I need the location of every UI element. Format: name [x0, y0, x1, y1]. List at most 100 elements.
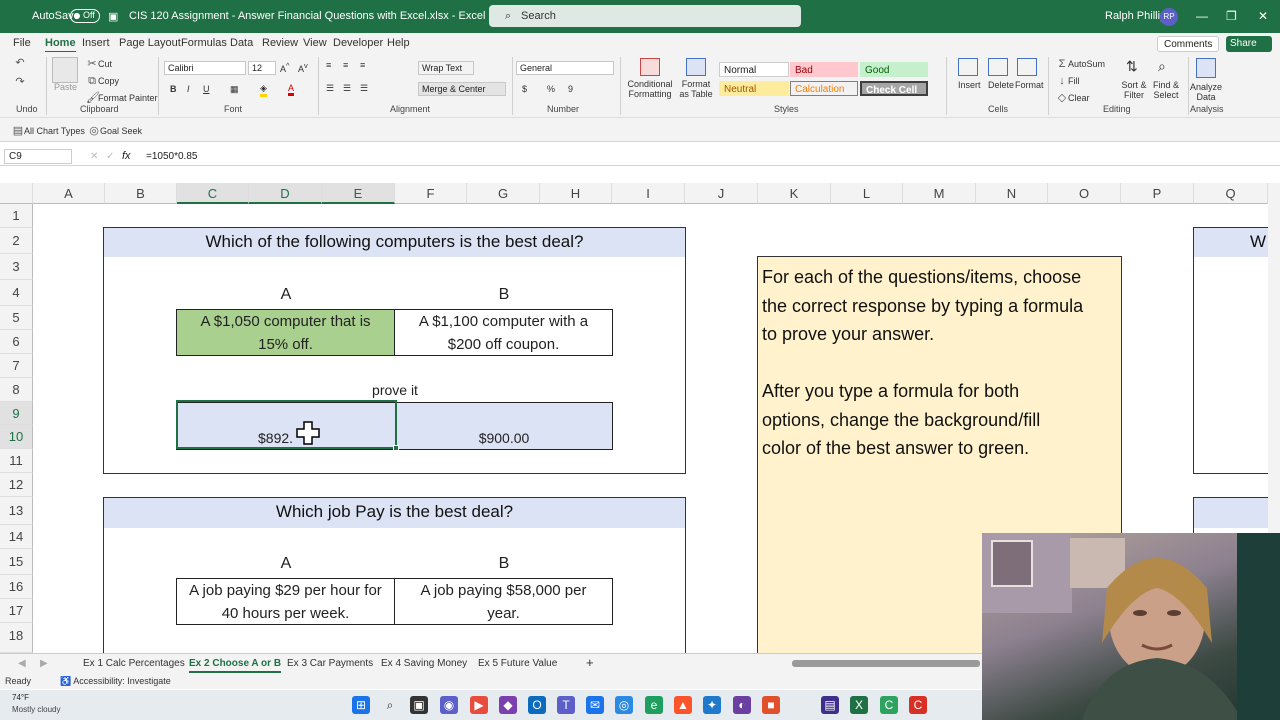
align-bottom-icon[interactable]: ≡: [360, 60, 365, 70]
option-b-cell[interactable]: A $1,100 computer with a $200 off coupon…: [394, 309, 613, 356]
tab-help[interactable]: Help: [387, 37, 410, 49]
column-header[interactable]: P: [1121, 183, 1194, 204]
row-header[interactable]: 12: [0, 473, 33, 497]
style-bad[interactable]: Bad: [790, 62, 858, 77]
sheet-tab[interactable]: Ex 1 Calc Percentages: [83, 658, 185, 669]
mail-icon[interactable]: ✉: [586, 696, 604, 714]
row-header[interactable]: 14: [0, 525, 33, 549]
comma-icon[interactable]: 9: [568, 84, 573, 94]
font-name-select[interactable]: Calibri: [164, 61, 246, 75]
bold-icon[interactable]: B: [170, 84, 177, 94]
comments-button[interactable]: Comments: [1157, 36, 1219, 52]
fill-button[interactable]: ↓ Fill: [1056, 75, 1079, 87]
brave-icon[interactable]: ▲: [674, 696, 692, 714]
app-icon[interactable]: ▶: [470, 696, 488, 714]
conditional-formatting-icon[interactable]: [640, 58, 660, 76]
autosum-button[interactable]: Σ AutoSum: [1056, 58, 1105, 70]
align-middle-icon[interactable]: ≡: [343, 60, 348, 70]
style-check-cell[interactable]: Check Cell: [860, 81, 928, 96]
analyze-data-button[interactable]: Analyze Data: [1190, 82, 1222, 102]
column-header[interactable]: I: [612, 183, 685, 204]
task-view-icon[interactable]: ▣: [410, 696, 428, 714]
tab-home[interactable]: Home: [45, 37, 76, 53]
vscode-icon[interactable]: ✦: [703, 696, 721, 714]
next-sheet-icon[interactable]: ▶: [40, 658, 48, 669]
question-2-title[interactable]: Which job Pay is the best deal?: [104, 498, 685, 528]
analyze-data-icon[interactable]: [1196, 58, 1216, 78]
sheet-tab[interactable]: Ex 5 Future Value: [478, 658, 557, 669]
align-top-icon[interactable]: ≡: [326, 60, 331, 70]
tab-view[interactable]: View: [303, 37, 327, 49]
row-header[interactable]: 1: [0, 204, 33, 228]
autosave-toggle[interactable]: Off: [70, 9, 100, 23]
goal-seek-button[interactable]: ◎Goal Seek: [88, 125, 142, 137]
weather-desc[interactable]: Mostly cloudy: [12, 705, 60, 714]
column-header[interactable]: Q: [1194, 183, 1268, 204]
column-header[interactable]: K: [758, 183, 831, 204]
sheet-tab[interactable]: Ex 3 Car Payments: [287, 658, 373, 669]
search-box[interactable]: ⌕ Search: [489, 5, 801, 27]
teams-icon[interactable]: T: [557, 696, 575, 714]
style-normal[interactable]: Normal: [719, 62, 789, 77]
row-header[interactable]: 6: [0, 330, 33, 354]
excel-icon[interactable]: X: [850, 696, 868, 714]
column-header[interactable]: M: [903, 183, 976, 204]
copy-button[interactable]: ⧉ Copy: [86, 75, 119, 87]
find-select-button[interactable]: Find & Select: [1150, 80, 1182, 100]
all-chart-types-button[interactable]: ▤All Chart Types: [12, 125, 85, 137]
enter-icon[interactable]: ✓: [106, 151, 114, 162]
next-question-title[interactable]: W: [1194, 228, 1268, 257]
option-a-header[interactable]: A: [177, 555, 395, 573]
column-header[interactable]: G: [467, 183, 540, 204]
tab-insert[interactable]: Insert: [82, 37, 110, 49]
paste-button[interactable]: Paste: [54, 82, 77, 92]
row-header[interactable]: 7: [0, 354, 33, 378]
tab-formulas[interactable]: Formulas: [181, 37, 227, 49]
column-header[interactable]: H: [540, 183, 612, 204]
option-a-header[interactable]: A: [177, 286, 395, 304]
answer-b-value[interactable]: $900.00: [395, 430, 613, 446]
save-icon[interactable]: ▣: [108, 10, 118, 23]
app-icon[interactable]: ◐: [733, 696, 751, 714]
column-header[interactable]: D: [249, 183, 322, 204]
horizontal-scrollbar[interactable]: [792, 660, 980, 667]
option-b-header[interactable]: B: [395, 286, 613, 304]
job-b-cell[interactable]: A job paying $58,000 per year.: [394, 578, 613, 625]
prove-it-label[interactable]: prove it: [330, 382, 460, 398]
align-center-icon[interactable]: ☰: [343, 83, 351, 94]
sheet-tab[interactable]: Ex 4 Saving Money: [381, 658, 467, 669]
format-table-icon[interactable]: [686, 58, 706, 76]
column-header[interactable]: O: [1048, 183, 1121, 204]
insert-cells-icon[interactable]: [958, 58, 978, 76]
row-header[interactable]: 2: [0, 228, 33, 254]
percent-icon[interactable]: %: [547, 84, 555, 94]
number-format-select[interactable]: General: [516, 61, 614, 75]
style-good[interactable]: Good: [860, 62, 928, 77]
sort-filter-button[interactable]: Sort & Filter: [1118, 80, 1150, 100]
conditional-formatting-button[interactable]: Conditional Formatting: [624, 79, 676, 99]
column-header[interactable]: A: [33, 183, 105, 204]
clear-button[interactable]: ◇ Clear: [1056, 92, 1090, 104]
cut-button[interactable]: ✂Cut: [86, 58, 112, 70]
cancel-icon[interactable]: ✕: [90, 151, 98, 162]
align-left-icon[interactable]: ☰: [326, 83, 334, 94]
column-header[interactable]: B: [105, 183, 177, 204]
row-header[interactable]: 16: [0, 575, 33, 599]
format-painter-button[interactable]: 🖌Format Painter: [86, 92, 158, 104]
minimize-icon[interactable]: —: [1196, 9, 1208, 23]
delete-button[interactable]: Delete: [988, 80, 1014, 90]
add-sheet-icon[interactable]: +: [586, 655, 594, 670]
column-header[interactable]: J: [685, 183, 758, 204]
app-icon[interactable]: ◆: [499, 696, 517, 714]
sort-filter-icon[interactable]: ⇅: [1126, 58, 1138, 75]
tab-review[interactable]: Review: [262, 37, 298, 49]
align-right-icon[interactable]: ☰: [360, 83, 368, 94]
font-color-icon[interactable]: A: [288, 83, 295, 96]
weather-temp[interactable]: 74°F: [12, 693, 29, 702]
formula-input[interactable]: =1050*0.85: [146, 151, 197, 162]
restore-icon[interactable]: ❐: [1226, 9, 1237, 23]
column-header[interactable]: N: [976, 183, 1048, 204]
taskbar-search-icon[interactable]: ⌕: [381, 696, 399, 714]
sheet-tab-active[interactable]: Ex 2 Choose A or B: [189, 658, 282, 673]
app-icon[interactable]: ◎: [615, 696, 633, 714]
